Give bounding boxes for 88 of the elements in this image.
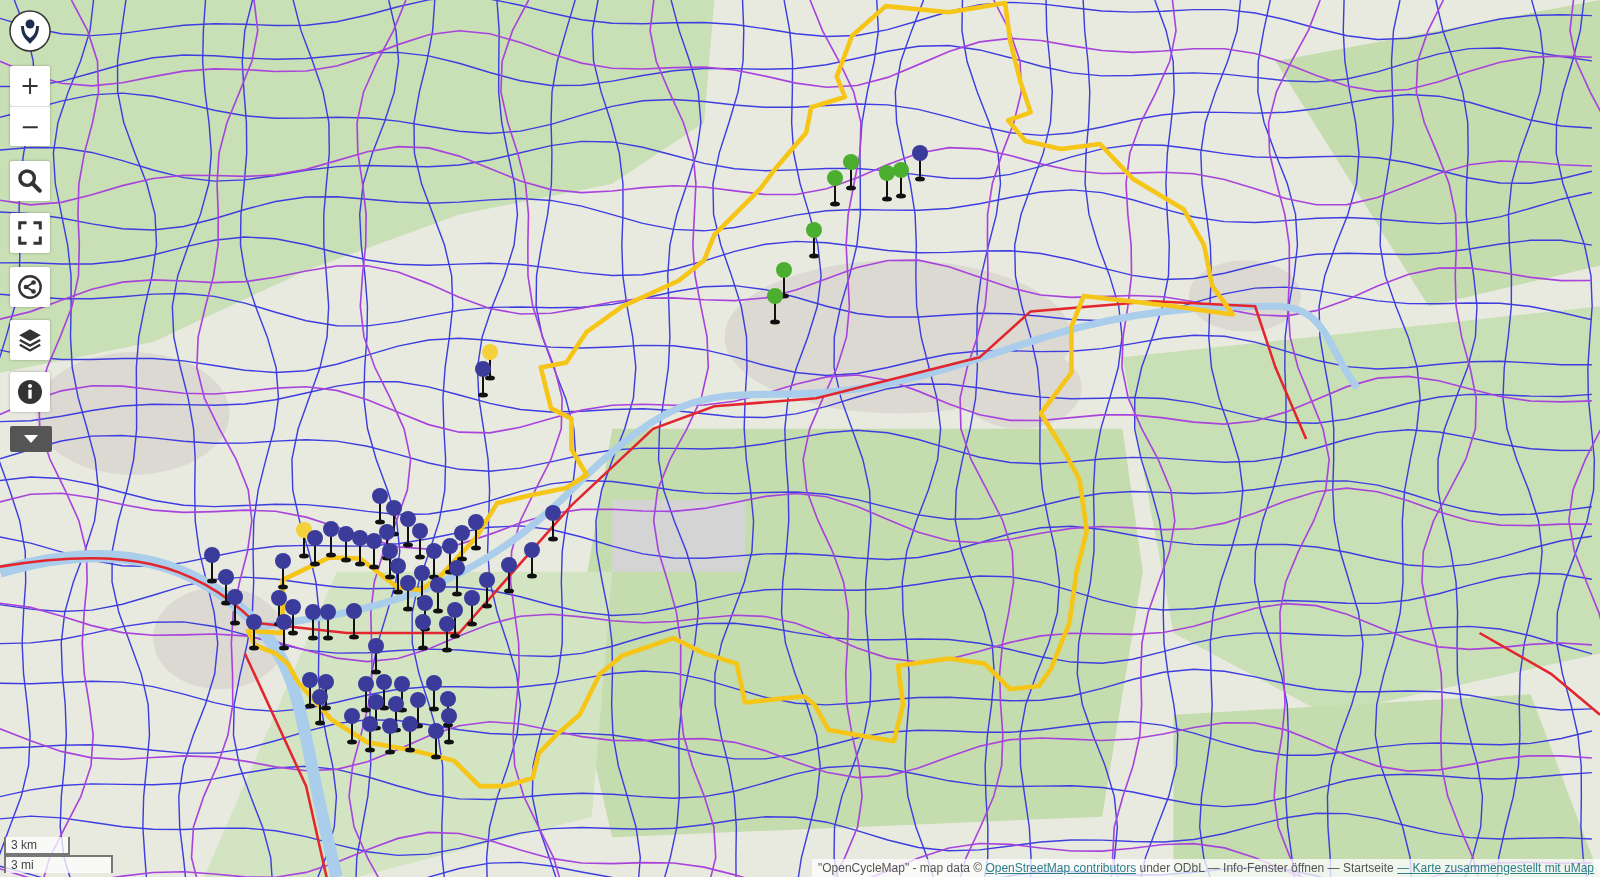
info-icon (18, 380, 42, 404)
map-pin-icon[interactable] (337, 525, 355, 563)
map-pin-icon[interactable] (463, 589, 481, 627)
pin-logo-icon[interactable] (9, 10, 51, 52)
map-pin-icon[interactable] (343, 707, 361, 745)
map-pin-icon[interactable] (319, 603, 337, 641)
map-pin-icon[interactable] (409, 691, 427, 729)
map-pin-icon[interactable] (361, 715, 379, 753)
layers-button[interactable] (10, 320, 50, 360)
map-pin-icon[interactable] (306, 529, 324, 567)
zoom-in-button[interactable]: + (10, 66, 50, 106)
metric-scale-bar: 3 km (4, 837, 70, 855)
map-pin-icon[interactable] (892, 161, 910, 199)
map-pin-icon[interactable] (438, 615, 456, 653)
layers-icon (18, 328, 42, 352)
map-pin-icon[interactable] (381, 542, 399, 580)
search-button[interactable] (10, 161, 50, 201)
map-pin-icon[interactable] (911, 144, 929, 182)
map-pin-icon[interactable] (351, 529, 369, 567)
map-pin-icon[interactable] (425, 674, 443, 712)
map-pin-icon[interactable] (429, 576, 447, 614)
map-pin-icon[interactable] (393, 675, 411, 713)
map-pin-icon[interactable] (245, 613, 263, 651)
map-pin-icon[interactable] (371, 487, 389, 525)
attribution-text: "OpenCycleMap" - map data © OpenStreetMap contributors under ODbL — Info-Fenster öffnen — Startseite — Karte zusammengestellt mit uMap (811, 859, 1600, 877)
map-pin-icon[interactable] (311, 688, 329, 726)
map-pin-icon[interactable] (399, 574, 417, 612)
map-pin-icon[interactable] (317, 673, 335, 711)
zoom-out-button[interactable]: − (10, 106, 50, 146)
map-pin-icon[interactable] (365, 532, 383, 570)
map-pin-icon[interactable] (304, 603, 322, 641)
attribution-link[interactable]: — Karte zusammengestellt mit uMap (1397, 861, 1594, 875)
map-pin-icon[interactable] (448, 559, 466, 597)
map-pin-icon[interactable] (367, 637, 385, 675)
map-pin-icon[interactable] (842, 153, 860, 191)
map-pin-icon[interactable] (387, 695, 405, 733)
map-pin-icon[interactable] (274, 552, 292, 590)
map-pin-icon[interactable] (217, 568, 235, 606)
map-pin-icon[interactable] (427, 722, 445, 760)
map-pin-icon[interactable] (381, 717, 399, 755)
map-pin-icon[interactable] (766, 287, 784, 325)
map-pin-icon[interactable] (226, 588, 244, 626)
map-pin-icon[interactable] (385, 499, 403, 537)
attribution-link[interactable]: OpenStreetMap contributors (985, 861, 1137, 875)
map-pin-icon[interactable] (544, 504, 562, 542)
attribution-link[interactable]: Info-Fenster öffnen (1223, 861, 1325, 875)
map-pin-icon[interactable] (474, 360, 492, 398)
map-pin-icon[interactable] (523, 541, 541, 579)
map-pin-icon[interactable] (453, 524, 471, 562)
map-pin-icon[interactable] (826, 169, 844, 207)
map-pin-icon[interactable] (878, 164, 896, 202)
fullscreen-button[interactable] (10, 213, 50, 253)
map-pin-icon[interactable] (805, 221, 823, 259)
map-pin-icon[interactable] (478, 571, 496, 609)
map-pin-icon[interactable] (440, 707, 458, 745)
map-pin-icon[interactable] (441, 537, 459, 575)
more-button[interactable] (10, 426, 52, 452)
map-pin-icon[interactable] (301, 671, 319, 709)
map-pin-icon[interactable] (284, 598, 302, 636)
share-icon (18, 275, 42, 299)
attribution-link[interactable]: Startseite (1342, 861, 1394, 875)
map-pin-icon[interactable] (446, 601, 464, 639)
info-button[interactable] (10, 372, 50, 412)
imperial-scale-bar: 3 mi (4, 855, 113, 873)
map-pin-icon[interactable] (275, 613, 293, 651)
fullscreen-icon (18, 221, 42, 245)
map-pin-icon[interactable] (345, 602, 363, 640)
map-pin-icon[interactable] (467, 513, 485, 551)
map-pin-icon[interactable] (399, 510, 417, 548)
map-pin-icon[interactable] (389, 557, 407, 595)
map-pin-icon[interactable] (367, 693, 385, 731)
map-pin-icon[interactable] (425, 542, 443, 580)
map-pin-icon[interactable] (322, 520, 340, 558)
share-button[interactable] (10, 267, 50, 307)
map-pin-icon[interactable] (295, 521, 313, 559)
map-pin-icon[interactable] (401, 715, 419, 753)
map-pin-icon[interactable] (775, 261, 793, 299)
map-pin-icon[interactable] (357, 675, 375, 713)
map-pin-icon[interactable] (414, 613, 432, 651)
caret-icon (24, 435, 38, 443)
map-pin-icon[interactable] (411, 522, 429, 560)
search-icon (18, 169, 42, 193)
map-pin-icon[interactable] (500, 556, 518, 594)
map-pin-icon[interactable] (203, 546, 221, 584)
map-pin-icon[interactable] (439, 690, 457, 728)
map-pin-icon[interactable] (375, 673, 393, 711)
map-pin-icon[interactable] (378, 523, 396, 561)
map-pin-icon[interactable] (481, 343, 499, 381)
